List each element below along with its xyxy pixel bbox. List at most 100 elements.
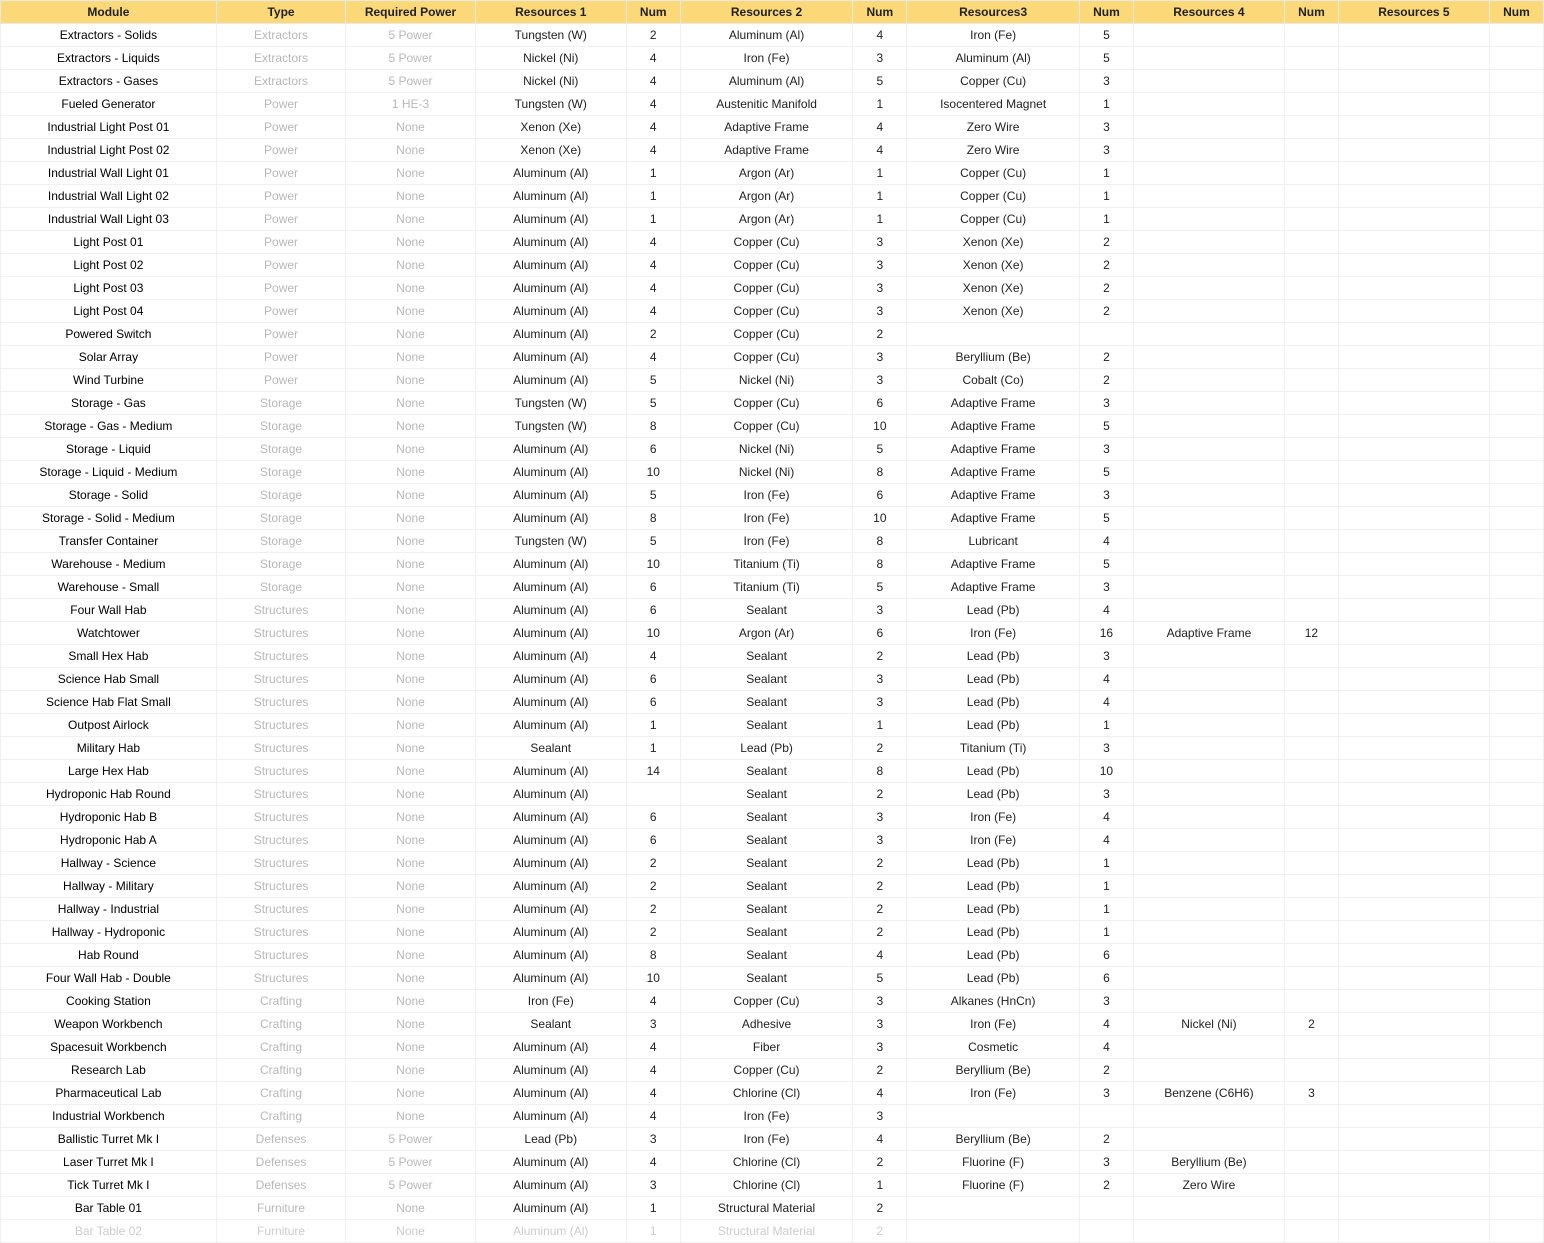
cell-r1[interactable]: Aluminum (Al) [475, 300, 626, 323]
cell-n3[interactable]: 2 [1079, 231, 1133, 254]
cell-n2[interactable]: 3 [853, 668, 907, 691]
cell-module[interactable]: Laser Turret Mk I [1, 1151, 217, 1174]
cell-r1[interactable]: Lead (Pb) [475, 1128, 626, 1151]
cell-r5[interactable] [1338, 392, 1489, 415]
cell-r5[interactable] [1338, 47, 1489, 70]
cell-power[interactable]: None [346, 1197, 475, 1220]
cell-n2[interactable]: 4 [853, 1128, 907, 1151]
cell-r5[interactable] [1338, 461, 1489, 484]
cell-n2[interactable]: 3 [853, 829, 907, 852]
cell-r2[interactable]: Argon (Ar) [680, 185, 853, 208]
cell-r5[interactable] [1338, 714, 1489, 737]
cell-n5[interactable] [1489, 645, 1543, 668]
cell-r3[interactable]: Adaptive Frame [907, 415, 1080, 438]
cell-r2[interactable]: Sealant [680, 806, 853, 829]
cell-n2[interactable]: 3 [853, 254, 907, 277]
cell-r5[interactable] [1338, 898, 1489, 921]
cell-power[interactable]: None [346, 369, 475, 392]
cell-r4[interactable] [1133, 277, 1284, 300]
cell-type[interactable]: Structures [216, 806, 345, 829]
cell-n4[interactable] [1284, 760, 1338, 783]
cell-type[interactable]: Power [216, 231, 345, 254]
cell-n3[interactable] [1079, 1105, 1133, 1128]
cell-r1[interactable]: Aluminum (Al) [475, 507, 626, 530]
cell-module[interactable]: Storage - Liquid [1, 438, 217, 461]
cell-module[interactable]: Transfer Container [1, 530, 217, 553]
cell-r2[interactable]: Structural Material [680, 1197, 853, 1220]
cell-n5[interactable] [1489, 254, 1543, 277]
cell-n1[interactable]: 1 [626, 1220, 680, 1243]
cell-power[interactable]: None [346, 300, 475, 323]
cell-n5[interactable] [1489, 369, 1543, 392]
cell-type[interactable]: Power [216, 369, 345, 392]
cell-power[interactable]: None [346, 967, 475, 990]
cell-r5[interactable] [1338, 254, 1489, 277]
cell-n5[interactable] [1489, 691, 1543, 714]
cell-r2[interactable]: Iron (Fe) [680, 47, 853, 70]
cell-r1[interactable]: Aluminum (Al) [475, 553, 626, 576]
column-header-r1[interactable]: Resources 1 [475, 1, 626, 24]
cell-n5[interactable] [1489, 898, 1543, 921]
cell-power[interactable]: None [346, 254, 475, 277]
cell-r3[interactable]: Adaptive Frame [907, 484, 1080, 507]
cell-n5[interactable] [1489, 461, 1543, 484]
cell-power[interactable]: None [346, 530, 475, 553]
cell-r2[interactable]: Iron (Fe) [680, 1105, 853, 1128]
cell-n3[interactable]: 3 [1079, 783, 1133, 806]
cell-n2[interactable]: 8 [853, 530, 907, 553]
cell-module[interactable]: Storage - Gas - Medium [1, 415, 217, 438]
cell-n5[interactable] [1489, 967, 1543, 990]
cell-r5[interactable] [1338, 208, 1489, 231]
cell-r2[interactable]: Sealant [680, 829, 853, 852]
cell-n5[interactable] [1489, 323, 1543, 346]
cell-power[interactable]: None [346, 714, 475, 737]
cell-n4[interactable] [1284, 783, 1338, 806]
cell-type[interactable]: Power [216, 300, 345, 323]
cell-type[interactable]: Structures [216, 921, 345, 944]
cell-r5[interactable] [1338, 806, 1489, 829]
cell-r2[interactable]: Argon (Ar) [680, 162, 853, 185]
cell-r4[interactable] [1133, 576, 1284, 599]
cell-r2[interactable]: Sealant [680, 783, 853, 806]
cell-r4[interactable] [1133, 760, 1284, 783]
cell-n4[interactable] [1284, 185, 1338, 208]
cell-module[interactable]: Fueled Generator [1, 93, 217, 116]
cell-r2[interactable]: Titanium (Ti) [680, 576, 853, 599]
cell-n3[interactable]: 2 [1079, 277, 1133, 300]
cell-r5[interactable] [1338, 277, 1489, 300]
cell-n4[interactable] [1284, 1220, 1338, 1243]
cell-n2[interactable]: 2 [853, 1151, 907, 1174]
cell-power[interactable]: None [346, 944, 475, 967]
cell-n2[interactable]: 1 [853, 93, 907, 116]
cell-r4[interactable] [1133, 806, 1284, 829]
cell-n5[interactable] [1489, 737, 1543, 760]
cell-n4[interactable] [1284, 24, 1338, 47]
cell-n3[interactable]: 4 [1079, 530, 1133, 553]
cell-r4[interactable] [1133, 24, 1284, 47]
cell-n2[interactable]: 3 [853, 300, 907, 323]
cell-r2[interactable]: Chlorine (Cl) [680, 1174, 853, 1197]
cell-r3[interactable]: Lead (Pb) [907, 967, 1080, 990]
cell-n4[interactable] [1284, 254, 1338, 277]
cell-module[interactable]: Extractors - Liquids [1, 47, 217, 70]
cell-r4[interactable] [1133, 254, 1284, 277]
cell-n3[interactable]: 3 [1079, 1082, 1133, 1105]
cell-n1[interactable]: 2 [626, 875, 680, 898]
cell-r2[interactable]: Sealant [680, 898, 853, 921]
cell-module[interactable]: Industrial Light Post 02 [1, 139, 217, 162]
cell-r2[interactable]: Sealant [680, 967, 853, 990]
cell-n4[interactable] [1284, 553, 1338, 576]
cell-r2[interactable]: Sealant [680, 760, 853, 783]
cell-r3[interactable]: Beryllium (Be) [907, 1059, 1080, 1082]
cell-n3[interactable]: 1 [1079, 162, 1133, 185]
cell-r2[interactable]: Sealant [680, 944, 853, 967]
cell-r2[interactable]: Copper (Cu) [680, 415, 853, 438]
cell-n5[interactable] [1489, 415, 1543, 438]
cell-r4[interactable]: Benzene (C6H6) [1133, 1082, 1284, 1105]
cell-power[interactable]: None [346, 921, 475, 944]
cell-n4[interactable] [1284, 438, 1338, 461]
cell-r3[interactable]: Alkanes (HnCn) [907, 990, 1080, 1013]
cell-n2[interactable]: 6 [853, 484, 907, 507]
cell-n4[interactable] [1284, 599, 1338, 622]
cell-r5[interactable] [1338, 553, 1489, 576]
